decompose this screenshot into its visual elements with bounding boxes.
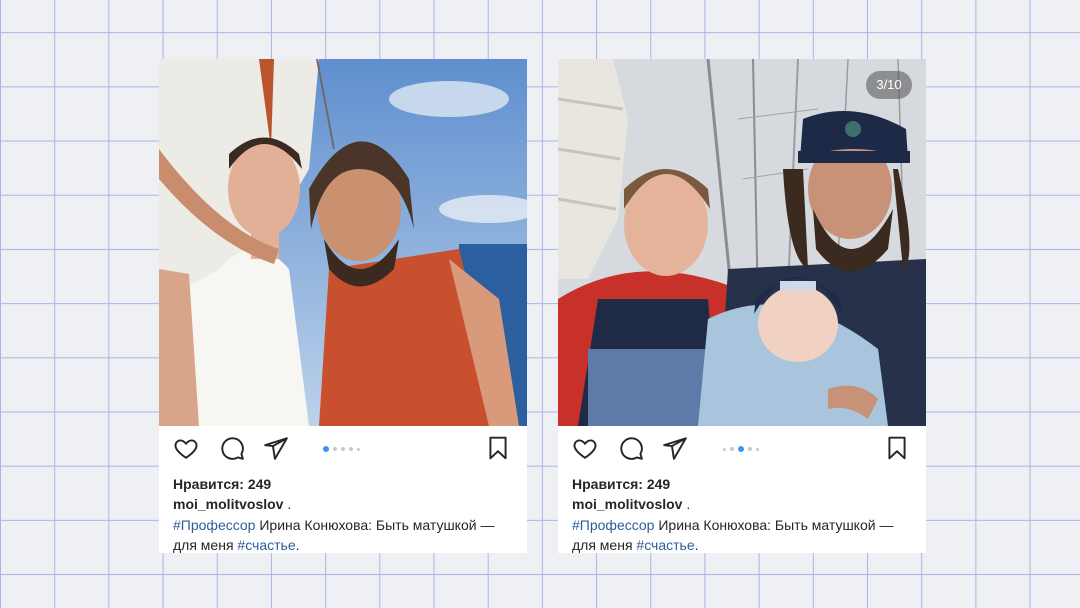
username-link[interactable]: moi_molitvoslov: [572, 496, 682, 512]
hashtag-link[interactable]: #Профессор: [173, 517, 255, 533]
carousel-dot: [723, 447, 726, 451]
post-actions-bar: [558, 427, 926, 471]
post-meta: Нравится: 249 moi_molitvoslov . #Професс…: [173, 474, 513, 553]
post-caption: #Профессор Ирина Конюхова: Быть матушкой…: [173, 515, 513, 553]
post-photo[interactable]: 3/10: [558, 59, 926, 426]
photo-couple-on-sailboat: [159, 59, 527, 426]
slide-counter: 3/10: [866, 71, 912, 99]
paper-plane-icon[interactable]: [263, 435, 289, 461]
hashtag-link[interactable]: #счастье: [636, 537, 694, 553]
carousel-dot: [341, 447, 345, 451]
instagram-post-1: Нравится: 249 moi_molitvoslov . #Професс…: [159, 59, 527, 553]
post-author-line: moi_molitvoslov .: [173, 494, 513, 514]
instagram-post-2: 3/10 Нравится: 249 moi_molitvoslov . #Пр…: [558, 59, 926, 553]
carousel-dot: [349, 447, 353, 451]
username-suffix: .: [682, 496, 691, 512]
post-actions-bar: [159, 427, 527, 471]
post-meta: Нравится: 249 moi_molitvoslov . #Професс…: [572, 474, 912, 553]
comment-bubble-icon[interactable]: [219, 435, 245, 461]
likes-count[interactable]: Нравится: 249: [173, 474, 513, 494]
caption-end: .: [295, 537, 300, 553]
bookmark-icon[interactable]: [884, 435, 910, 461]
carousel-dots: [723, 446, 759, 452]
post-author-line: moi_molitvoslov .: [572, 494, 912, 514]
hashtag-link[interactable]: #Профессор: [572, 517, 654, 533]
heart-icon[interactable]: [173, 435, 199, 461]
carousel-dot: [357, 447, 360, 451]
username-link[interactable]: moi_molitvoslov: [173, 496, 283, 512]
paper-plane-icon[interactable]: [662, 435, 688, 461]
bookmark-icon[interactable]: [485, 435, 511, 461]
carousel-dot: [748, 447, 752, 451]
carousel-dot-active: [738, 446, 744, 452]
photo-family-on-yacht: [558, 59, 926, 426]
carousel-dot: [333, 447, 337, 451]
post-caption: #Профессор Ирина Конюхова: Быть матушкой…: [572, 515, 912, 553]
carousel-dot: [730, 447, 734, 451]
carousel-dot: [756, 447, 759, 451]
username-suffix: .: [283, 496, 292, 512]
likes-count[interactable]: Нравится: 249: [572, 474, 912, 494]
comment-bubble-icon[interactable]: [618, 435, 644, 461]
post-photo[interactable]: [159, 59, 527, 426]
heart-icon[interactable]: [572, 435, 598, 461]
carousel-dots: [323, 446, 360, 452]
caption-end: .: [694, 537, 699, 553]
carousel-dot-active: [323, 446, 329, 452]
hashtag-link[interactable]: #счастье: [237, 537, 295, 553]
